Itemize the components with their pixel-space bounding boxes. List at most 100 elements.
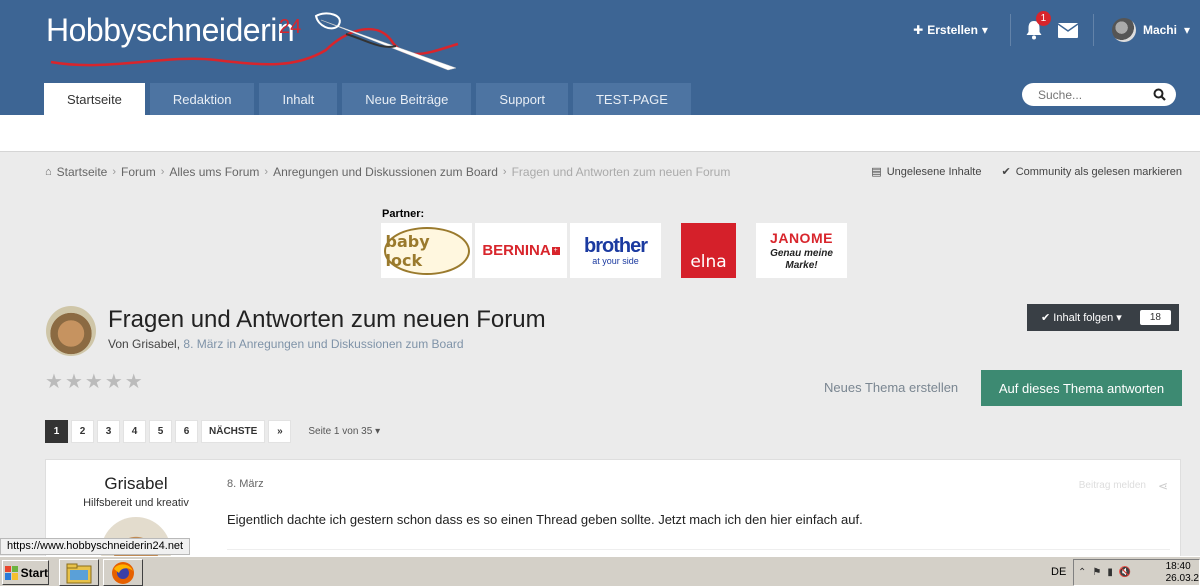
logo-suffix: 24	[279, 16, 302, 38]
search-icon[interactable]	[1153, 88, 1166, 101]
nav-tab-redaktion[interactable]: Redaktion	[149, 83, 255, 115]
follow-button[interactable]: ✔ Inhalt folgen ▾ 18	[1027, 304, 1179, 331]
check-icon: ✔	[1041, 312, 1051, 324]
nav-tab-support[interactable]: Support	[476, 83, 568, 115]
caret-down-icon: ▾	[375, 426, 381, 437]
folder-icon	[66, 563, 92, 583]
page-5-button[interactable]: 5	[149, 420, 172, 443]
follow-label-wrap: ✔ Inhalt folgen ▾	[1041, 311, 1122, 324]
home-icon: ⌂	[45, 166, 52, 178]
topic-date-forum[interactable]: 8. März in Anregungen und Diskussionen z…	[183, 337, 463, 351]
nav-tab-startseite[interactable]: Startseite	[44, 83, 145, 115]
create-label: Erstellen	[927, 23, 978, 37]
partner-janome-logo[interactable]: JANOME Genau meine Marke!	[756, 223, 847, 278]
taskbar-firefox[interactable]	[103, 559, 143, 586]
last-page-button[interactable]: »	[268, 420, 292, 443]
username: Machi	[1142, 23, 1177, 37]
partner-brother-logo[interactable]: brother at your side	[570, 223, 661, 278]
notification-badge: 1	[1035, 11, 1051, 26]
janome-text: JANOME	[770, 229, 833, 246]
search-input[interactable]	[1038, 87, 1148, 102]
partner-bernina-logo[interactable]: BERNINA +	[475, 223, 567, 278]
star-icon[interactable]: ★	[105, 369, 123, 394]
create-button[interactable]: ✚ Erstellen ▾	[913, 23, 988, 37]
status-url: https://www.hobbyschneiderin24.net	[0, 538, 191, 555]
site-logo[interactable]: Hobbyschneiderin 24	[46, 10, 466, 72]
page-3-button[interactable]: 3	[97, 420, 120, 443]
clock-date: 26.03.2	[1165, 573, 1199, 584]
report-post-link[interactable]: Beitrag melden	[1079, 480, 1146, 491]
author-avatar[interactable]	[46, 306, 96, 356]
chevron-right-icon: ›	[160, 166, 165, 178]
star-icon[interactable]: ★	[65, 369, 83, 394]
volume-icon[interactable]: 🔇	[1119, 567, 1131, 578]
breadcrumb: ⌂ Startseite › Forum › Alles ums Forum ›…	[45, 165, 730, 179]
nav-tab-neue-beitraege[interactable]: Neue Beiträge	[342, 83, 472, 115]
follow-label: Inhalt folgen	[1053, 312, 1114, 324]
nav-tab-inhalt[interactable]: Inhalt	[259, 83, 338, 115]
janome-tagline: Genau meine Marke!	[770, 247, 833, 271]
page-1-button[interactable]: 1	[45, 420, 68, 443]
plus-icon: ✚	[913, 23, 924, 37]
partner-logos: baby lock BERNINA + brother at your side…	[0, 223, 1200, 278]
nav-tab-test-page[interactable]: TEST-PAGE	[572, 83, 691, 115]
follower-count: 18	[1139, 310, 1171, 325]
activity-links: ▤ Ungelesene Inhalte ✔ Community als gel…	[871, 165, 1182, 179]
rating-stars[interactable]: ★ ★ ★ ★ ★	[45, 369, 143, 394]
envelope-icon	[1057, 22, 1078, 38]
star-icon[interactable]: ★	[45, 369, 63, 394]
notifications-button[interactable]: 1	[1017, 11, 1051, 47]
flag-icon[interactable]: ⚑	[1092, 567, 1101, 578]
taskbar-explorer[interactable]	[59, 559, 99, 586]
windows-logo-icon	[5, 565, 18, 580]
star-icon[interactable]: ★	[125, 369, 143, 394]
brother-tagline: at your side	[592, 255, 639, 266]
partner-babylock-logo[interactable]: baby lock	[381, 223, 472, 278]
partner-label: Partner:	[382, 208, 425, 220]
next-page-button[interactable]: NÄCHSTE	[201, 420, 266, 443]
language-indicator[interactable]: DE	[1051, 566, 1066, 578]
chevron-up-icon[interactable]: ⌃	[1078, 567, 1086, 578]
page-6-button[interactable]: 6	[175, 420, 198, 443]
network-icon[interactable]: ▮	[1107, 567, 1113, 578]
chevron-right-icon: ›	[264, 166, 269, 178]
newspaper-icon: ▤	[871, 166, 882, 178]
mark-read-link[interactable]: ✔ Community als gelesen markieren	[1001, 165, 1182, 179]
breadcrumb-item[interactable]: Alles ums Forum	[169, 165, 259, 179]
avatar	[1111, 18, 1136, 42]
divider	[1092, 14, 1094, 46]
mark-read-label: Community als gelesen markieren	[1015, 165, 1182, 178]
post: Grisabel Hilfsbereit und kreativ 8. März…	[45, 459, 1181, 586]
page-4-button[interactable]: 4	[123, 420, 146, 443]
user-menu[interactable]: Machi ▾	[1111, 18, 1190, 42]
share-icon[interactable]: ⋖	[1158, 479, 1168, 493]
caret-down-icon: ▾	[1116, 312, 1122, 324]
breadcrumb-item[interactable]: Forum	[121, 165, 156, 179]
start-label: Start	[20, 565, 48, 580]
topic-author[interactable]: Von Grisabel,	[108, 337, 180, 351]
chevron-right-icon: ›	[112, 166, 117, 178]
post-date[interactable]: 8. März	[227, 478, 264, 490]
partner-elna-logo[interactable]: elna	[681, 223, 736, 278]
post-author-name[interactable]: Grisabel	[46, 474, 226, 494]
breadcrumb-item[interactable]: Startseite	[57, 165, 108, 179]
logo-text: Hobbyschneiderin	[46, 12, 295, 48]
start-button[interactable]: Start	[2, 560, 49, 585]
system-tray: ⌃ ⚑ ▮ 🔇 18:40 26.03.2	[1073, 559, 1200, 586]
breadcrumb-item[interactable]: Anregungen und Diskussionen zum Board	[273, 165, 498, 179]
firefox-icon	[112, 561, 134, 584]
clock[interactable]: 18:40 26.03.2	[1166, 561, 1199, 585]
chevron-right-icon: ›	[502, 166, 507, 178]
topic-meta: Von Grisabel, 8. März in Anregungen und …	[108, 337, 464, 351]
elna-text: elna	[690, 251, 727, 272]
site-header: Hobbyschneiderin 24 ✚ Erstellen ▾ 1 Mach…	[0, 0, 1200, 115]
messages-button[interactable]	[1051, 13, 1085, 47]
reply-button[interactable]: Auf dieses Thema antworten	[981, 370, 1182, 406]
new-topic-link[interactable]: Neues Thema erstellen	[824, 380, 958, 395]
page-jump-dropdown[interactable]: Seite 1 von 35 ▾	[308, 426, 380, 437]
divider	[1009, 14, 1011, 46]
pagination: 1 2 3 4 5 6 NÄCHSTE » Seite 1 von 35 ▾	[45, 420, 380, 443]
unread-content-link[interactable]: ▤ Ungelesene Inhalte	[871, 165, 981, 179]
page-2-button[interactable]: 2	[71, 420, 94, 443]
star-icon[interactable]: ★	[85, 369, 103, 394]
